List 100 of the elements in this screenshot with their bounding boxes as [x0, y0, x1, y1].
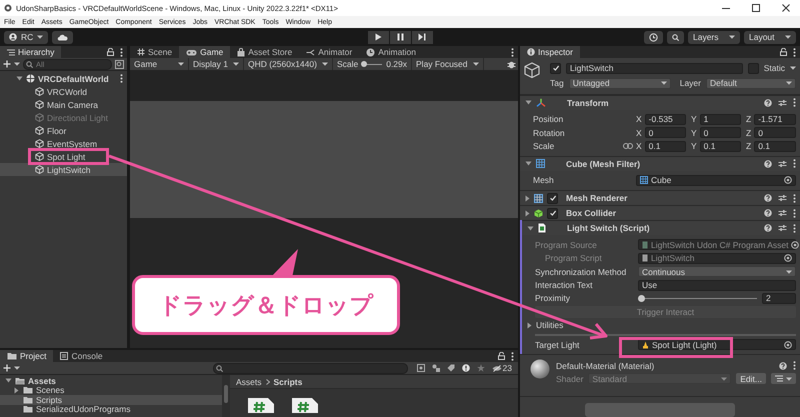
more-icon[interactable]	[511, 352, 514, 360]
more-icon[interactable]	[120, 48, 123, 56]
number-field[interactable]: 0	[754, 127, 796, 138]
more-icon[interactable]	[793, 224, 796, 233]
step-button[interactable]	[412, 30, 432, 44]
number-field[interactable]: 0.1	[644, 140, 686, 152]
number-field[interactable]: -0.535	[644, 114, 686, 125]
help-icon[interactable]	[764, 160, 772, 168]
foldout[interactable]: Utilities	[522, 318, 800, 332]
dropdown[interactable]: Untagged	[568, 78, 671, 88]
slider-thumb[interactable]	[361, 60, 368, 66]
number-field[interactable]: 0.1	[754, 140, 796, 152]
pause-button[interactable]	[390, 30, 410, 44]
eye-off-icon[interactable]	[492, 364, 502, 372]
breadcrumb-item[interactable]: Scripts	[274, 376, 302, 386]
help-icon[interactable]	[764, 224, 772, 232]
history-button[interactable]	[644, 30, 663, 44]
account-button[interactable]: RC	[4, 30, 48, 44]
checkbox[interactable]	[748, 62, 759, 74]
sliders-icon[interactable]	[778, 209, 787, 218]
dropdown[interactable]: Continuous	[638, 266, 796, 278]
search-button[interactable]	[667, 30, 684, 44]
hierarchy-item[interactable]: Spot Light	[0, 150, 127, 163]
fold-arrow-icon[interactable]	[525, 161, 532, 166]
number-field[interactable]: 0	[644, 127, 686, 138]
more-icon[interactable]	[793, 194, 796, 203]
hierarchy-item[interactable]: VRCDefaultWorld	[0, 72, 127, 85]
panel-tab[interactable]: Inspector	[520, 46, 580, 58]
panel-tab[interactable]: Scene	[130, 46, 180, 58]
sliders-icon[interactable]	[778, 160, 787, 168]
hierarchy-item[interactable]: VRCWorld	[0, 85, 127, 98]
panel-tab[interactable]: Project	[0, 350, 54, 362]
help-icon[interactable]	[764, 209, 772, 218]
fold-arrow-icon[interactable]	[16, 76, 23, 81]
play-button[interactable]	[368, 30, 388, 44]
panel-tab[interactable]: Game	[179, 46, 230, 58]
more-icon[interactable]	[511, 48, 514, 56]
help-icon[interactable]	[764, 194, 772, 202]
component-header[interactable]: Transform	[520, 94, 800, 110]
fold-arrow-icon[interactable]	[525, 100, 532, 106]
more-icon[interactable]	[793, 361, 796, 370]
number-field[interactable]: 2	[762, 292, 796, 304]
edit-button[interactable]: Edit...	[736, 373, 766, 384]
hierarchy-item[interactable]: Main Camera	[0, 98, 127, 111]
breadcrumb-item[interactable]: Assets	[236, 376, 262, 386]
tag-icon[interactable]	[446, 364, 455, 372]
fold-arrow-icon[interactable]	[527, 322, 532, 329]
name-field[interactable]: LightSwitch	[566, 62, 743, 74]
checkbox[interactable]	[547, 208, 558, 219]
dropdown[interactable]: Layout	[744, 30, 796, 44]
slider[interactable]	[362, 60, 382, 68]
checkbox[interactable]	[547, 192, 558, 204]
hierarchy-item[interactable]: LightSwitch	[0, 163, 127, 176]
more-icon[interactable]	[793, 159, 796, 168]
target-icon[interactable]	[784, 340, 792, 349]
lock-icon[interactable]	[107, 48, 114, 56]
panel-tab[interactable]: Console	[53, 350, 110, 362]
panel-tab[interactable]: Animation	[359, 46, 424, 58]
more-icon[interactable]	[793, 208, 796, 218]
more-icon[interactable]	[793, 98, 796, 108]
number-field[interactable]: 1	[700, 114, 741, 125]
number-field[interactable]: -1.571	[754, 114, 796, 125]
hierarchy-item[interactable]: Floor	[0, 124, 127, 137]
scene-filter-icon[interactable]	[115, 60, 124, 68]
component-header[interactable]: Cube (Mesh Filter)	[520, 156, 800, 171]
fold-arrow-icon[interactable]	[527, 226, 534, 231]
more-icon[interactable]	[120, 74, 123, 83]
lock-icon[interactable]	[780, 48, 787, 56]
panel-tab[interactable]: Animator	[299, 46, 360, 58]
plus-icon[interactable]	[3, 364, 11, 372]
sliders-icon[interactable]	[778, 194, 787, 202]
component-header[interactable]: Light Switch (Script)	[522, 220, 800, 236]
scrollbar-thumb[interactable]	[224, 385, 228, 403]
lock-icon[interactable]	[498, 352, 505, 360]
object-field[interactable]: Cube	[636, 174, 796, 186]
object-field[interactable]: Spot Light (Light)	[638, 339, 796, 350]
number-field[interactable]: 0	[700, 127, 741, 138]
search-field[interactable]	[213, 362, 408, 374]
list-menu-button[interactable]	[771, 373, 796, 384]
shapes-icon[interactable]	[432, 364, 440, 372]
warning-icon[interactable]	[462, 364, 470, 372]
folder-item[interactable]: SerializedUdonPrograms	[0, 404, 222, 414]
folder-item[interactable]: Scripts	[0, 395, 222, 404]
sliders-icon[interactable]	[778, 98, 787, 107]
dropdown[interactable]: Layers	[688, 30, 740, 44]
component-header[interactable]: Box Collider	[520, 205, 800, 220]
folder-item[interactable]: Assets	[0, 376, 222, 386]
maximize-icon[interactable]	[752, 4, 760, 12]
hierarchy-item[interactable]: EventSystem	[0, 137, 127, 150]
text-field[interactable]: Use	[638, 280, 796, 291]
close-icon[interactable]	[782, 4, 790, 12]
sliders-icon[interactable]	[778, 224, 787, 232]
panel-tab[interactable]: Asset Store	[230, 46, 300, 58]
more-icon[interactable]	[793, 48, 796, 56]
folder-item[interactable]: Scenes	[0, 386, 222, 395]
plus-icon[interactable]	[3, 60, 11, 68]
help-icon[interactable]	[779, 362, 787, 370]
cloud-button[interactable]	[52, 30, 74, 44]
link-icon[interactable]	[623, 143, 633, 150]
dropdown[interactable]: Default	[706, 78, 796, 88]
